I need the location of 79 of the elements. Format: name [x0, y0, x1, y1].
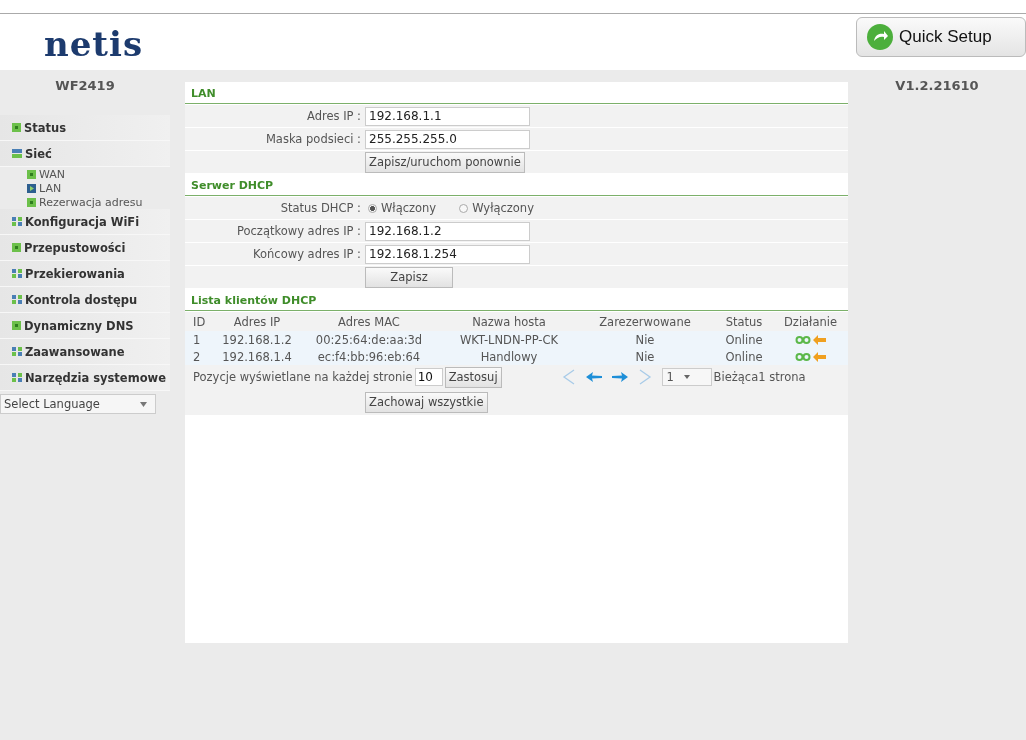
- table-cell-text: Online: [724, 332, 764, 347]
- field-label: Status DHCP :: [279, 201, 362, 215]
- menu-item[interactable]: Zaawansowane: [0, 339, 170, 365]
- grid-icon: [12, 269, 22, 278]
- logo: netis: [44, 24, 144, 64]
- column-header: Adres IP: [232, 314, 282, 329]
- table-cell-text: Nie: [634, 332, 656, 347]
- field-label: Maska podsieci :: [264, 132, 362, 146]
- column-header: Działanie: [783, 314, 838, 329]
- apply-button[interactable]: Zastosuj: [444, 366, 502, 388]
- grid-icon: [12, 295, 22, 304]
- grid-icon: [12, 217, 22, 226]
- input-field[interactable]: 255.255.255.0: [365, 129, 530, 149]
- input-field[interactable]: 192.168.1.254: [365, 244, 530, 264]
- radio-option[interactable]: Wyłączony: [459, 201, 534, 215]
- table-cell-text: WKT-LNDN-PP-CK: [458, 332, 560, 347]
- table-cell-text: Nie: [634, 349, 656, 364]
- chevron-left-icon[interactable]: [561, 369, 576, 385]
- menu-item[interactable]: Przekierowania: [0, 261, 170, 287]
- column-header: Adres MAC: [337, 314, 401, 329]
- column-header: Status: [724, 314, 764, 329]
- per-page-label: Pozycje wyświetlane na każdej stronie: [193, 370, 413, 384]
- radio-button[interactable]: [368, 203, 377, 213]
- table-cell-text: 2: [192, 349, 202, 364]
- chevron-right-icon[interactable]: [637, 369, 652, 385]
- version-label: V1.2.21610: [894, 77, 980, 93]
- link-icon[interactable]: [795, 335, 811, 344]
- link-icon[interactable]: [795, 352, 811, 361]
- table-cell-text: 00:25:64:de:aa:3d: [314, 332, 424, 347]
- menu-item[interactable]: Kontrola dostępu: [0, 287, 170, 313]
- section-title: LAN: [185, 82, 848, 104]
- column-header: Zarezerwowane: [598, 314, 692, 329]
- column-header: Nazwa hosta: [471, 314, 547, 329]
- menu-item[interactable]: Konfiguracja WiFi: [0, 209, 170, 235]
- table-cell-text: Handlowy: [479, 349, 539, 364]
- table-cell-text: 1: [192, 332, 202, 347]
- grid-icon: [12, 373, 22, 382]
- save-restart-button[interactable]: Zapisz/uruchom ponownie: [365, 151, 525, 173]
- submenu-item[interactable]: WAN: [0, 167, 170, 181]
- table-cell-text: Online: [724, 349, 764, 364]
- table-cell-text: 192.168.1.2: [221, 332, 293, 347]
- menu-item[interactable]: Sieć: [0, 141, 170, 167]
- section-title: Serwer DHCP: [185, 174, 848, 196]
- menu-item[interactable]: Dynamiczny DNS: [0, 313, 170, 339]
- table-cell-text: 192.168.1.4: [221, 349, 293, 364]
- radio-button[interactable]: [459, 203, 469, 213]
- quick-setup-button[interactable]: Quick Setup: [856, 17, 1026, 57]
- submenu-item[interactable]: Rezerwacja adresu: [0, 195, 170, 209]
- per-page-field[interactable]: 10: [414, 368, 443, 386]
- language-dropdown[interactable]: Select Language: [0, 394, 156, 414]
- column-header: ID: [192, 314, 207, 329]
- save-button[interactable]: Zapisz: [365, 266, 453, 288]
- menu-item[interactable]: Przepustowości: [0, 235, 170, 261]
- save-all-button[interactable]: Zachowaj wszystkie: [365, 391, 488, 413]
- menu-item[interactable]: Narzędzia systemowe: [0, 365, 170, 391]
- dropdown-arrow-icon: [140, 401, 147, 407]
- field-label: Adres IP :: [305, 109, 362, 123]
- table-cell-text: ec:f4:bb:96:eb:64: [316, 349, 422, 364]
- field-label: Początkowy adres IP :: [235, 224, 362, 238]
- arrow-left-icon[interactable]: [813, 351, 826, 362]
- input-field[interactable]: 192.168.1.2: [365, 221, 530, 241]
- square-icon: [12, 123, 21, 132]
- square-icon: [12, 321, 21, 330]
- section-title: Lista klientów DHCP: [185, 289, 848, 311]
- page-dropdown[interactable]: 1: [661, 368, 712, 386]
- input-field[interactable]: 192.168.1.1: [365, 106, 530, 126]
- bars-icon: [12, 149, 22, 158]
- arrow-right-icon[interactable]: [611, 372, 628, 382]
- arrow-left-icon[interactable]: [585, 372, 602, 382]
- model-name: WF2419: [54, 77, 116, 95]
- grid-icon: [12, 347, 22, 356]
- radio-option[interactable]: Włączony: [368, 201, 437, 215]
- dropdown-arrow-icon: [683, 375, 690, 379]
- field-label: Końcowy adres IP :: [252, 247, 362, 261]
- square-icon: [12, 243, 21, 252]
- page-status: Bieżąca1 strona: [713, 370, 806, 384]
- menu-item[interactable]: Status: [0, 115, 170, 141]
- submenu-item[interactable]: LAN: [0, 181, 170, 195]
- arrow-left-icon[interactable]: [813, 334, 826, 345]
